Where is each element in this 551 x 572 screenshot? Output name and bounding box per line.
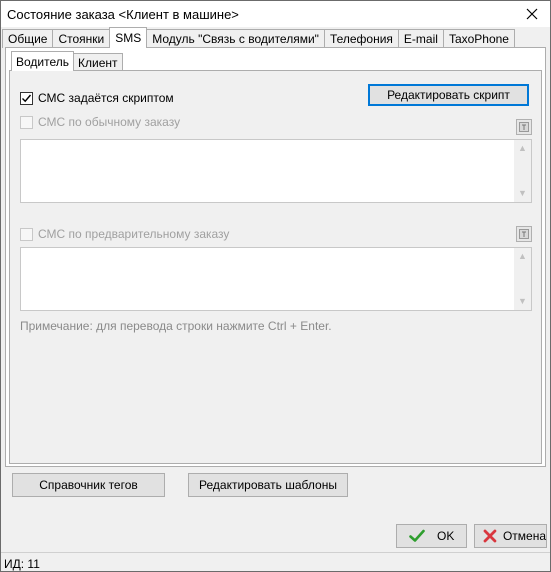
statusbar-id: ИД: 11 — [4, 557, 40, 571]
window-title: Состояние заказа <Клиент в машине> — [7, 6, 239, 22]
text-cursor-icon — [519, 229, 529, 239]
tab-parking[interactable]: Стоянки — [52, 29, 111, 48]
title-bar: Состояние заказа <Клиент в машине> — [1, 1, 550, 27]
tab-driver-connection-module[interactable]: Модуль "Связь с водителями" — [146, 29, 325, 48]
regular-sms-text[interactable]: ▲ ▼ — [20, 139, 532, 203]
script-sms-label: СМС задаётся скриптом — [38, 91, 174, 105]
close-icon — [526, 8, 538, 20]
preorder-sms-label: СМС по предварительному заказу — [38, 227, 230, 241]
regular-sms-label: СМС по обычному заказу — [38, 115, 181, 129]
script-sms-checkbox[interactable] — [20, 91, 33, 105]
scroll-up-icon[interactable]: ▲ — [518, 140, 527, 157]
ok-label: OK — [437, 529, 455, 543]
scroll-up-icon[interactable]: ▲ — [518, 248, 527, 265]
ok-button[interactable]: OK — [396, 524, 467, 548]
order-status-dialog: Состояние заказа <Клиент в машине> Общие… — [0, 0, 551, 572]
regular-sms-option: СМС по обычному заказу — [20, 115, 180, 129]
close-button[interactable] — [514, 1, 550, 27]
scroll-down-icon[interactable]: ▼ — [518, 185, 527, 202]
checkmark-icon — [409, 529, 425, 542]
subtab-driver[interactable]: Водитель — [11, 51, 75, 71]
text-cursor-icon — [519, 122, 529, 132]
checkmark-icon — [22, 94, 32, 102]
cross-icon — [483, 529, 497, 543]
tab-general[interactable]: Общие — [2, 29, 54, 48]
scroll-down-icon[interactable]: ▼ — [518, 293, 527, 310]
driver-subpanel: СМС задаётся скриптом Редактировать скри… — [9, 70, 542, 464]
script-sms-option[interactable]: СМС задаётся скриптом — [20, 91, 174, 105]
preorder-sms-scrollbar[interactable]: ▲ ▼ — [514, 248, 531, 310]
regular-sms-scrollbar[interactable]: ▲ ▼ — [514, 140, 531, 202]
edit-script-button[interactable]: Редактировать скрипт — [368, 84, 529, 106]
sms-tab-panel: Водитель Клиент СМС задаётся скриптом Ре… — [5, 47, 546, 467]
cancel-label: Отмена — [502, 529, 546, 543]
line-break-note: Примечание: для перевода строки нажмите … — [20, 319, 332, 333]
cancel-button[interactable]: Отмена — [474, 524, 547, 548]
preorder-sms-text[interactable]: ▲ ▼ — [20, 247, 532, 311]
tab-taxophone[interactable]: TaxoPhone — [442, 29, 515, 48]
tab-telephony[interactable]: Телефония — [323, 29, 399, 48]
preorder-sms-checkbox — [20, 227, 33, 241]
statusbar-divider — [1, 552, 550, 553]
main-tabs: Общие Стоянки SMS Модуль "Связь с водите… — [2, 27, 515, 48]
sms-subtabs: Водитель Клиент — [11, 51, 123, 71]
regular-sms-checkbox — [20, 115, 33, 129]
preorder-sms-tag-button[interactable] — [516, 226, 532, 242]
subtab-client[interactable]: Клиент — [73, 53, 123, 71]
regular-sms-tag-button[interactable] — [516, 119, 532, 135]
preorder-sms-option: СМС по предварительному заказу — [20, 227, 229, 241]
tab-email[interactable]: E-mail — [397, 29, 444, 48]
tags-reference-button[interactable]: Справочник тегов — [12, 473, 165, 497]
tab-sms[interactable]: SMS — [109, 27, 148, 48]
edit-templates-button[interactable]: Редактировать шаблоны — [188, 473, 348, 497]
